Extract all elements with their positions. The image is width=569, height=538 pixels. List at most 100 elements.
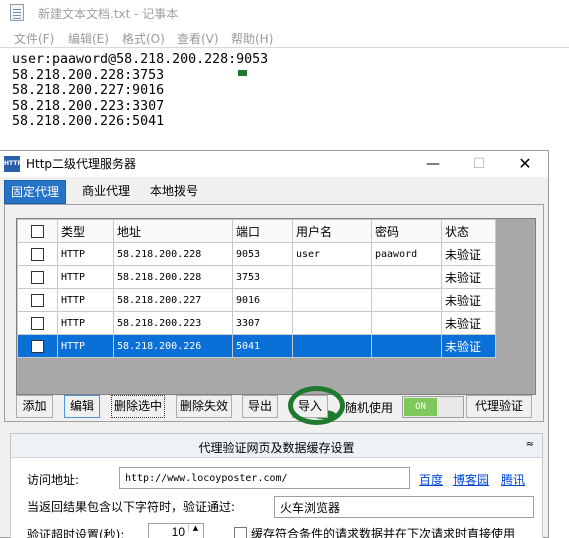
cell-password bbox=[371, 334, 442, 358]
http-app-icon: HTTP bbox=[4, 156, 22, 172]
tab-fixed-proxy[interactable]: 固定代理 bbox=[4, 180, 66, 204]
chevron-double-up-icon[interactable]: ≈ bbox=[526, 439, 534, 450]
text-line: 58.218.200.228:3753 bbox=[12, 67, 165, 83]
table-row[interactable]: HTTP 58.218.200.228 3753 未验证 bbox=[17, 265, 496, 289]
cell-password bbox=[371, 288, 442, 312]
header-status[interactable]: 状态 bbox=[441, 219, 496, 243]
cell-type: HTTP bbox=[57, 242, 114, 266]
cell-username bbox=[292, 288, 372, 312]
link-tencent[interactable]: 腾讯 bbox=[501, 471, 525, 488]
tab-business-proxy[interactable]: 商业代理 bbox=[76, 180, 136, 204]
cell-password bbox=[371, 265, 442, 289]
spin-up-icon[interactable]: ▲ bbox=[188, 524, 202, 532]
table-header-row: 类型 地址 端口 用户名 密码 状态 bbox=[17, 219, 496, 243]
row-checkbox[interactable] bbox=[31, 270, 44, 284]
proxy-table: 类型 地址 端口 用户名 密码 状态 HTTP 58.218.200.228 9… bbox=[16, 218, 536, 395]
notepad-text-area[interactable]: user:paaword@58.218.200.228:9053 58.218.… bbox=[12, 52, 268, 130]
notepad-icon bbox=[10, 4, 24, 21]
tab-local-dialup[interactable]: 本地拨号 bbox=[144, 180, 204, 204]
cell-address: 58.218.200.227 bbox=[113, 288, 233, 312]
menu-view[interactable]: 查看(V) bbox=[177, 30, 219, 47]
row-checkbox-cell[interactable] bbox=[17, 242, 58, 266]
delete-invalid-button[interactable]: 删除失效 bbox=[176, 395, 232, 418]
cache-checkbox[interactable] bbox=[234, 527, 247, 538]
link-cnblogs[interactable]: 博客园 bbox=[453, 471, 489, 488]
cell-username: user bbox=[292, 242, 372, 266]
row-checkbox[interactable] bbox=[31, 316, 44, 330]
menu-file[interactable]: 文件(F) bbox=[14, 30, 54, 47]
proxy-window-title: Http二级代理服务器 bbox=[26, 157, 137, 171]
menu-format[interactable]: 格式(O) bbox=[122, 30, 165, 47]
header-password[interactable]: 密码 bbox=[371, 219, 442, 243]
maximize-icon[interactable]: ☐ bbox=[456, 151, 502, 177]
cell-port: 9053 bbox=[232, 242, 293, 266]
row-checkbox-cell[interactable] bbox=[17, 311, 58, 335]
section-header[interactable]: 代理验证网页及数据缓存设置 ≈ bbox=[11, 434, 542, 458]
text-line: 58.218.200.223:3307 bbox=[12, 98, 165, 114]
cell-status: 未验证 bbox=[441, 311, 496, 335]
cell-address: 58.218.200.226 bbox=[113, 334, 233, 358]
header-port[interactable]: 端口 bbox=[232, 219, 293, 243]
table-row-selected[interactable]: HTTP 58.218.200.226 5041 未验证 bbox=[17, 334, 496, 358]
verify-settings-section: 代理验证网页及数据缓存设置 ≈ 访问地址: 百度 博客园 腾讯 当返回结果包含以… bbox=[10, 433, 543, 538]
text-line: user:paaword@58.218.200.228:9053 bbox=[12, 52, 269, 67]
section-title: 代理验证网页及数据缓存设置 bbox=[198, 441, 355, 455]
row-checkbox[interactable] bbox=[31, 339, 44, 353]
cell-address: 58.218.200.223 bbox=[113, 311, 233, 335]
select-all-checkbox[interactable] bbox=[31, 225, 44, 238]
cell-username bbox=[292, 265, 372, 289]
annotation-mark bbox=[238, 70, 247, 76]
random-use-toggle[interactable]: ON bbox=[402, 396, 464, 418]
notepad-titlebar[interactable]: 新建文本文档.txt - 记事本 bbox=[0, 0, 569, 26]
cell-status: 未验证 bbox=[441, 288, 496, 312]
header-select-all[interactable] bbox=[17, 219, 58, 243]
link-baidu[interactable]: 百度 bbox=[419, 471, 443, 488]
cell-type: HTTP bbox=[57, 334, 114, 358]
cell-password bbox=[371, 311, 442, 335]
export-button[interactable]: 导出 bbox=[242, 395, 278, 418]
row-checkbox-cell[interactable] bbox=[17, 265, 58, 289]
cell-type: HTTP bbox=[57, 311, 114, 335]
contains-input[interactable] bbox=[274, 496, 534, 518]
notepad-menubar: 文件(F) 编辑(E) 格式(O) 查看(V) 帮助(H) bbox=[0, 26, 569, 48]
cell-status: 未验证 bbox=[441, 265, 496, 289]
cell-port: 5041 bbox=[232, 334, 293, 358]
cell-status: 未验证 bbox=[441, 334, 496, 358]
header-type[interactable]: 类型 bbox=[57, 219, 114, 243]
toggle-on-indicator: ON bbox=[404, 398, 437, 416]
cell-port: 3307 bbox=[232, 311, 293, 335]
edit-button[interactable]: 编辑 bbox=[64, 395, 100, 418]
tab-bar: 固定代理 商业代理 本地拨号 bbox=[0, 178, 548, 204]
row-checkbox[interactable] bbox=[31, 247, 44, 261]
proxy-verify-button[interactable]: 代理验证 bbox=[466, 395, 532, 418]
proxy-titlebar[interactable]: HTTP Http二级代理服务器 — ☐ ✕ bbox=[0, 151, 548, 177]
close-icon[interactable]: ✕ bbox=[502, 151, 548, 177]
url-input[interactable] bbox=[119, 467, 410, 489]
table-row[interactable]: HTTP 58.218.200.227 9016 未验证 bbox=[17, 288, 496, 312]
timeout-label: 验证超时设置(秒): bbox=[27, 528, 125, 538]
menu-help[interactable]: 帮助(H) bbox=[231, 30, 273, 47]
header-address[interactable]: 地址 bbox=[113, 219, 233, 243]
cell-password: paaword bbox=[371, 242, 442, 266]
fixed-proxy-panel: 类型 地址 端口 用户名 密码 状态 HTTP 58.218.200.228 9… bbox=[4, 204, 544, 422]
proxy-server-window: HTTP Http二级代理服务器 — ☐ ✕ 固定代理 商业代理 本地拨号 类型… bbox=[0, 150, 549, 538]
notepad-title: 新建文本文档.txt - 记事本 bbox=[38, 7, 179, 21]
cell-port: 9016 bbox=[232, 288, 293, 312]
header-username[interactable]: 用户名 bbox=[292, 219, 372, 243]
menu-edit[interactable]: 编辑(E) bbox=[68, 30, 109, 47]
cell-port: 3753 bbox=[232, 265, 293, 289]
table-row[interactable]: HTTP 58.218.200.228 9053 user paaword 未验… bbox=[17, 242, 496, 266]
delete-selected-button[interactable]: 删除选中 bbox=[111, 395, 165, 418]
cell-status: 未验证 bbox=[441, 242, 496, 266]
add-button[interactable]: 添加 bbox=[16, 395, 53, 418]
minimize-icon[interactable]: — bbox=[410, 151, 456, 177]
url-label: 访问地址: bbox=[27, 473, 80, 487]
text-line: 58.218.200.227:9016 bbox=[12, 83, 165, 99]
row-checkbox-cell[interactable] bbox=[17, 288, 58, 312]
row-checkbox-cell[interactable] bbox=[17, 334, 58, 358]
table-row[interactable]: HTTP 58.218.200.223 3307 未验证 bbox=[17, 311, 496, 335]
row-checkbox[interactable] bbox=[31, 293, 44, 307]
cell-address: 58.218.200.228 bbox=[113, 242, 233, 266]
cell-type: HTTP bbox=[57, 288, 114, 312]
random-use-label: 随机使用 bbox=[345, 401, 394, 415]
